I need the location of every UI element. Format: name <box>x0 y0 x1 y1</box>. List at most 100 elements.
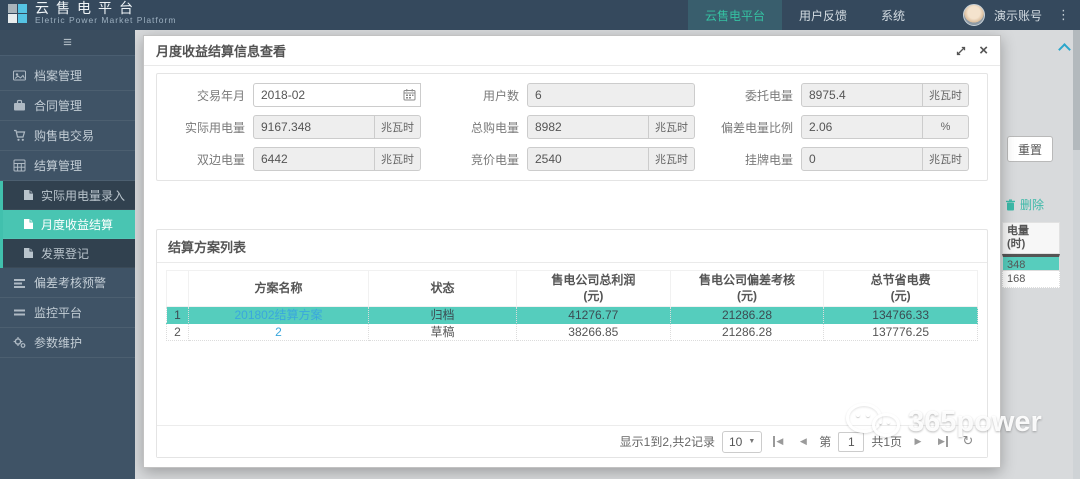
sidebar-item-monitoring-platform[interactable]: 监控平台 <box>0 298 135 328</box>
delete-button[interactable]: 删除 <box>1005 196 1044 213</box>
sidebar-item-label: 结算管理 <box>34 159 83 173</box>
column-index <box>166 269 189 308</box>
entrusted-power-input[interactable] <box>801 83 923 107</box>
plan-link[interactable]: 201802结算方案 <box>234 308 322 322</box>
sidebar-item-label: 监控平台 <box>34 306 83 320</box>
prev-page-icon: ◀ <box>799 436 807 446</box>
nav-item-cloud-power-platform[interactable]: 云售电平台 <box>688 0 783 30</box>
settlement-submenu: 实际用电量录入 月度收益结算 发票登记 <box>0 181 135 268</box>
sidebar-item-settlement-management[interactable]: 结算管理 <box>0 151 135 181</box>
column-unit: (元) <box>736 288 757 303</box>
header-fragment-line2: (时) <box>1007 238 1026 250</box>
modal-body: 交易年月 用户数 <box>144 66 1000 468</box>
record-summary: 显示1到2,共2记录 <box>619 435 715 449</box>
account-name[interactable]: 演示账号 <box>994 7 1042 24</box>
total-purchased-input[interactable] <box>527 115 649 139</box>
unit-addon: 兆瓦时 <box>649 147 695 171</box>
brand: 云售电平台 Eletric Power Market Platform <box>8 1 176 25</box>
column-status[interactable]: 状态 <box>368 269 517 308</box>
form-row: 双边电量 兆瓦时 竞价电量 兆瓦时 挂牌电量 <box>161 147 983 171</box>
modal-header: 月度收益结算信息查看 × <box>144 36 1000 66</box>
field-label: 总购电量 <box>470 120 519 135</box>
field-bidding-power: 竞价电量 兆瓦时 <box>435 147 709 171</box>
calendar-icon[interactable] <box>403 88 416 106</box>
sidebar-item-monthly-revenue-settlement[interactable]: 月度收益结算 <box>3 210 135 239</box>
unit-addon: 兆瓦时 <box>375 147 421 171</box>
unit-addon: 兆瓦时 <box>649 115 695 139</box>
sidebar-item-invoice-registration[interactable]: 发票登记 <box>3 239 135 268</box>
reset-button[interactable]: 重置 <box>1007 136 1053 162</box>
deviation-cell: 21286.28 <box>669 323 825 342</box>
page-size-select[interactable]: 10 ▼ <box>722 430 763 453</box>
sidebar-menu: 档案管理 合同管理 购售电交易 结算管理 实际用电量录入 月度收益结算 发票登记… <box>0 56 135 358</box>
refresh-button[interactable]: ↻ <box>959 432 977 452</box>
sidebar: ≡ 档案管理 合同管理 购售电交易 结算管理 实际用电量录入 月度收益结算 发票… <box>0 30 135 479</box>
last-page-button[interactable]: ▶ <box>934 432 952 452</box>
unit-addon: 兆瓦时 <box>923 147 969 171</box>
field-user-count: 用户数 <box>435 83 709 107</box>
document-icon <box>24 190 33 200</box>
table-row[interactable]: 2 2 草稿 38266.85 21286.28 137776.25 <box>166 323 978 342</box>
form-row: 实际用电量 兆瓦时 总购电量 兆瓦时 偏差电 <box>161 115 983 139</box>
field-label: 交易年月 <box>196 88 245 103</box>
background-table-fragment: 电量 (时) 348 168 <box>1002 222 1060 288</box>
next-page-button[interactable]: ▶ <box>909 432 927 452</box>
sidebar-item-label: 合同管理 <box>34 99 83 113</box>
column-plan-name[interactable]: 方案名称 <box>188 269 369 308</box>
sidebar-item-archive-management[interactable]: 档案管理 <box>0 61 135 91</box>
deviation-cell: 21286.28 <box>669 306 825 325</box>
column-unit: (元) <box>583 288 604 303</box>
sidebar-item-label: 购售电交易 <box>34 129 95 143</box>
top-navbar: 云售电平台 Eletric Power Market Platform 云售电平… <box>0 0 1080 30</box>
column-deviation-assessment[interactable]: 售电公司偏差考核 (元) <box>669 269 825 308</box>
user-count-input[interactable] <box>527 83 695 107</box>
sidebar-item-actual-usage-entry[interactable]: 实际用电量录入 <box>3 181 135 210</box>
profit-cell: 38266.85 <box>516 323 671 342</box>
nav-item-user-feedback[interactable]: 用户反馈 <box>782 0 864 30</box>
brand-title: 云售电平台 <box>35 0 140 16</box>
close-icon[interactable]: × <box>979 43 988 58</box>
trade-month-input[interactable] <box>253 83 421 107</box>
page-scrollbar[interactable] <box>1073 30 1080 479</box>
chevron-down-icon: ▼ <box>748 438 756 445</box>
column-label: 售电公司偏差考核 <box>698 273 795 287</box>
column-label: 售电公司总利润 <box>551 273 636 287</box>
first-page-button[interactable]: ◀ <box>769 432 787 452</box>
field-bilateral-power: 双边电量 兆瓦时 <box>161 147 435 171</box>
plan-link[interactable]: 2 <box>275 325 282 339</box>
column-total-saved[interactable]: 总节省电费 (元) <box>823 269 978 308</box>
column-unit: (元) <box>890 288 911 303</box>
sidebar-item-deviation-warning[interactable]: 偏差考核预警 <box>0 268 135 298</box>
deviation-ratio-input[interactable] <box>801 115 923 139</box>
expand-icon[interactable] <box>955 45 967 57</box>
column-total-profit[interactable]: 售电公司总利润 (元) <box>516 269 671 308</box>
listed-power-input[interactable] <box>801 147 923 171</box>
panel-collapse-chevron-up-icon[interactable] <box>1059 42 1070 53</box>
sidebar-item-contract-management[interactable]: 合同管理 <box>0 91 135 121</box>
page-label-prefix: 第 <box>819 435 832 449</box>
field-label: 偏差电量比例 <box>720 120 793 135</box>
overflow-menu-icon[interactable]: ⋮ <box>1051 7 1076 23</box>
nav-item-system[interactable]: 系统 <box>864 0 922 30</box>
sidebar-collapse-toggle[interactable]: ≡ <box>0 30 135 56</box>
saved-cell: 134766.33 <box>823 306 978 325</box>
bilateral-power-input[interactable] <box>253 147 375 171</box>
account-area: 演示账号 ⋮ <box>962 0 1076 30</box>
bidding-power-input[interactable] <box>527 147 649 171</box>
section-title: 结算方案列表 <box>157 230 987 263</box>
field-trade-month: 交易年月 <box>161 83 435 107</box>
field-entrusted-power: 委托电量 兆瓦时 <box>709 83 983 107</box>
page-number-input[interactable] <box>838 431 865 452</box>
sidebar-item-power-trading[interactable]: 购售电交易 <box>0 121 135 151</box>
actual-usage-input[interactable] <box>253 115 375 139</box>
sidebar-item-parameter-maintenance[interactable]: 参数维护 <box>0 328 135 358</box>
user-avatar[interactable] <box>962 4 985 26</box>
gears-icon <box>13 337 26 348</box>
field-total-purchased: 总购电量 兆瓦时 <box>435 115 709 139</box>
brand-text: 云售电平台 Eletric Power Market Platform <box>35 1 176 25</box>
field-label: 挂牌电量 <box>744 152 793 167</box>
archive-icon <box>13 70 26 81</box>
scrollbar-thumb[interactable] <box>1073 30 1080 150</box>
prev-page-button[interactable]: ◀ <box>794 432 812 452</box>
table-row[interactable]: 1 201802结算方案 归档 41276.77 21286.28 134766… <box>166 306 978 325</box>
